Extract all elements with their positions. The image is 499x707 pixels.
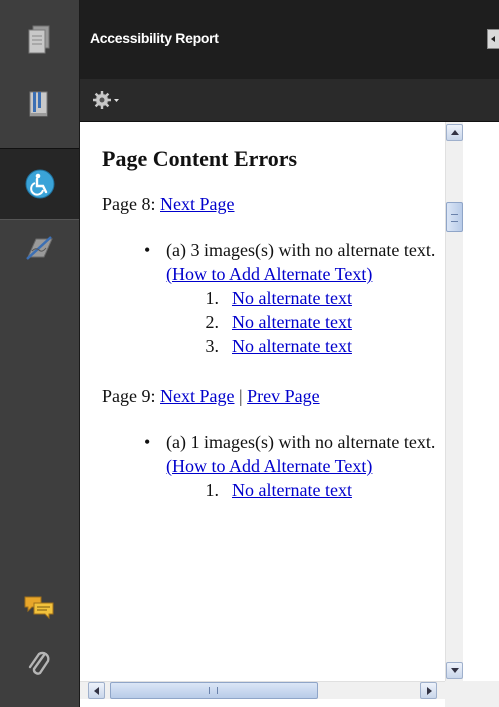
error-item: (a) 1 images(s) with no alternate text. … bbox=[144, 430, 445, 502]
signatures-button[interactable] bbox=[17, 226, 61, 270]
alternate-text-issues: 1. No alternate text 2. No alternate text … bbox=[166, 286, 445, 358]
prev-page-link[interactable]: Prev Page bbox=[247, 386, 319, 406]
page-section-header: Page 8: Next Page bbox=[102, 192, 445, 216]
scrollbar-corner bbox=[445, 681, 499, 707]
how-to-add-alternate-text-link[interactable]: (How to Add Alternate Text) bbox=[166, 264, 372, 284]
list-item: 3. No alternate text bbox=[205, 336, 352, 356]
no-alternate-text-link[interactable]: No alternate text bbox=[232, 312, 352, 332]
accessibility-report-panel: Accessibility Report Page Content Errors… bbox=[80, 0, 499, 707]
horizontal-scroll-thumb[interactable] bbox=[110, 682, 318, 699]
page-label: Page 9: bbox=[102, 386, 156, 406]
vertical-scroll-thumb[interactable] bbox=[446, 202, 463, 232]
list-item: 1. No alternate text bbox=[205, 288, 352, 308]
pages-button[interactable] bbox=[17, 18, 61, 62]
no-alternate-text-link[interactable]: No alternate text bbox=[232, 288, 352, 308]
signatures-icon bbox=[26, 236, 53, 260]
scroll-left-button[interactable] bbox=[88, 682, 105, 699]
scroll-down-button[interactable] bbox=[446, 662, 463, 679]
bottom-strip bbox=[80, 699, 445, 707]
chevron-right-icon bbox=[427, 687, 432, 695]
pages-icon bbox=[28, 25, 50, 54]
how-to-add-alternate-text-link[interactable]: (How to Add Alternate Text) bbox=[166, 456, 372, 476]
report-heading: Page Content Errors bbox=[102, 146, 298, 171]
next-page-link[interactable]: Next Page bbox=[160, 194, 234, 214]
attachments-button[interactable] bbox=[17, 642, 61, 686]
collapse-panel-button[interactable] bbox=[487, 29, 499, 49]
navigation-rail bbox=[0, 0, 80, 707]
bookmarks-icon bbox=[29, 91, 48, 117]
panel-header: Accessibility Report bbox=[80, 0, 499, 80]
error-text: (a) 3 images(s) with no alternate text. bbox=[166, 240, 436, 260]
vertical-scrollbar[interactable] bbox=[445, 122, 463, 681]
panel-toolbar bbox=[80, 79, 499, 122]
scroll-up-button[interactable] bbox=[446, 124, 463, 141]
page-label: Page 8: bbox=[102, 194, 156, 214]
list-item: 1. No alternate text bbox=[205, 480, 352, 500]
error-text: (a) 1 images(s) with no alternate text. bbox=[166, 432, 436, 452]
page-section-header: Page 9: Next Page | Prev Page bbox=[102, 384, 445, 408]
accessibility-icon bbox=[25, 169, 54, 199]
link-separator: | bbox=[238, 386, 243, 406]
comments-button[interactable] bbox=[17, 586, 61, 630]
comments-icon bbox=[24, 596, 54, 620]
accessibility-button[interactable] bbox=[0, 148, 79, 220]
scroll-right-button[interactable] bbox=[420, 682, 437, 699]
horizontal-scrollbar[interactable] bbox=[80, 681, 445, 699]
attachments-icon bbox=[28, 651, 50, 675]
list-item: 2. No alternate text bbox=[205, 312, 352, 332]
error-list: (a) 3 images(s) with no alternate text. … bbox=[102, 238, 445, 358]
chevron-down-icon bbox=[451, 668, 459, 673]
report-content: Page Content Errors Page 8: Next Page (a… bbox=[80, 122, 445, 681]
gear-icon[interactable] bbox=[92, 90, 120, 110]
error-list: (a) 1 images(s) with no alternate text. … bbox=[102, 430, 445, 502]
no-alternate-text-link[interactable]: No alternate text bbox=[232, 480, 352, 500]
alternate-text-issues: 1. No alternate text bbox=[166, 478, 445, 502]
panel-title: Accessibility Report bbox=[90, 30, 219, 46]
next-page-link[interactable]: Next Page bbox=[160, 386, 234, 406]
error-item: (a) 3 images(s) with no alternate text. … bbox=[144, 238, 445, 358]
bookmarks-button[interactable] bbox=[17, 82, 61, 126]
chevron-left-icon bbox=[94, 687, 99, 695]
chevron-up-icon bbox=[451, 130, 459, 135]
no-alternate-text-link[interactable]: No alternate text bbox=[232, 336, 352, 356]
